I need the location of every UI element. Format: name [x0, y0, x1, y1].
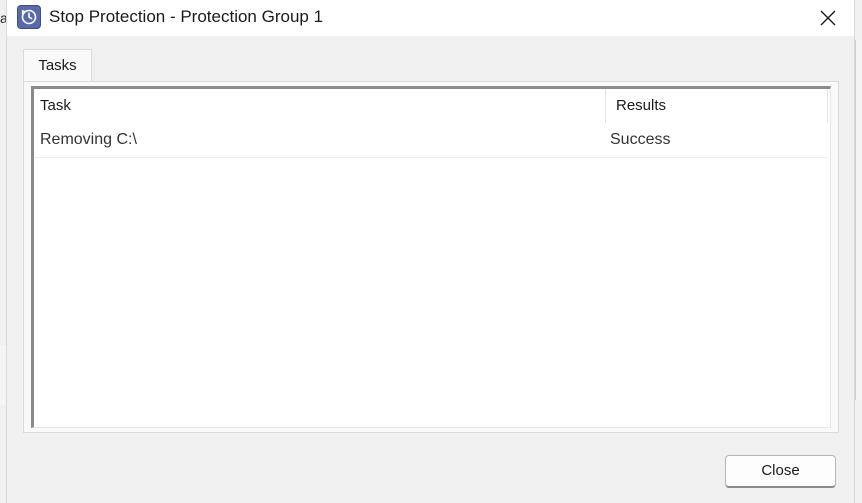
tasks-tab-panel: Task Results Removing C:\ Success — [23, 81, 839, 433]
task-cell: Removing C:\ — [40, 131, 137, 148]
dialog-content: Tasks Task Results Removing C:\ Success — [23, 46, 839, 434]
window-title: Stop Protection - Protection Group 1 — [49, 7, 324, 26]
tab-tasks[interactable]: Tasks — [23, 49, 92, 85]
close-icon[interactable] — [814, 4, 842, 32]
column-header-results[interactable]: Results — [606, 89, 828, 123]
title-bar: Stop Protection - Protection Group 1 — [7, 0, 854, 36]
stop-protection-dialog: Stop Protection - Protection Group 1 Tas… — [6, 0, 855, 503]
task-list-header: Task Results — [34, 89, 830, 123]
result-cell: Success — [610, 131, 671, 148]
protection-clock-icon — [17, 5, 41, 29]
background-window-edge-right — [855, 40, 862, 400]
column-header-task[interactable]: Task — [34, 89, 606, 123]
table-row[interactable]: Removing C:\ Success — [34, 123, 828, 158]
task-list[interactable]: Task Results Removing C:\ Success — [31, 86, 831, 428]
close-button[interactable]: Close — [725, 455, 836, 488]
